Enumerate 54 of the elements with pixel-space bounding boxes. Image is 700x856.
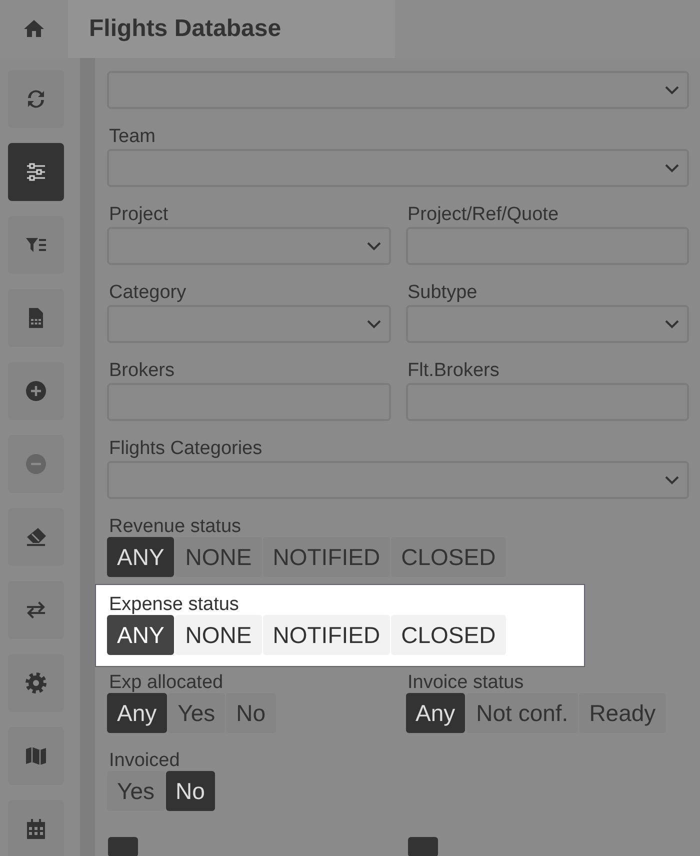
group-label: Expense status <box>108 593 240 617</box>
sidebar-button[interactable] <box>8 70 64 128</box>
sidebar-button[interactable] <box>8 289 64 347</box>
select-field[interactable] <box>107 461 689 499</box>
calendar-icon <box>24 817 48 841</box>
sidebar-button[interactable] <box>8 654 64 712</box>
checkbox[interactable] <box>408 837 438 856</box>
segment-button[interactable]: No <box>166 771 215 811</box>
select-field[interactable] <box>406 305 689 343</box>
chevron-down-icon <box>665 320 679 328</box>
map-icon <box>24 744 48 768</box>
sidebar-button[interactable] <box>8 800 64 856</box>
sidebar-button[interactable] <box>8 508 64 566</box>
group-label: Invoiced <box>108 749 181 773</box>
segment-button[interactable]: NONE <box>175 615 262 655</box>
sidebar-button[interactable] <box>8 727 64 785</box>
select-field[interactable] <box>107 149 689 187</box>
field-label: Project/Ref/Quote <box>406 203 560 227</box>
field-label: Subtype <box>406 281 478 305</box>
sliders-icon <box>24 160 48 184</box>
select-field[interactable] <box>107 71 689 109</box>
segment-button[interactable]: Any <box>107 693 167 733</box>
field-label: Flt.Brokers <box>406 359 500 383</box>
segment-button[interactable]: Any <box>406 693 466 733</box>
chevron-down-icon <box>665 86 679 94</box>
checkbox[interactable] <box>108 837 138 856</box>
select-field[interactable] <box>107 227 390 265</box>
sidebar-button[interactable] <box>8 581 64 639</box>
page-title: Flights Database <box>68 0 395 58</box>
group-label: Invoice status <box>406 671 525 695</box>
plus-circle-icon <box>24 379 48 403</box>
segment-button[interactable]: CLOSED <box>391 615 506 655</box>
minus-circle-icon <box>24 452 48 476</box>
chevron-down-icon <box>665 476 679 484</box>
eraser-icon <box>24 525 48 549</box>
sidebar-button[interactable] <box>8 216 64 274</box>
segment-button[interactable]: ANY <box>107 537 174 577</box>
field-label: Flights Categories <box>108 437 264 461</box>
field-label: Team <box>108 125 156 149</box>
sidebar-button[interactable] <box>8 143 64 201</box>
field-label: Brokers <box>108 359 176 383</box>
chevron-down-icon <box>366 320 380 328</box>
chevron-down-icon <box>366 242 380 250</box>
sidebar-button[interactable] <box>8 362 64 420</box>
field-label: Category <box>108 281 188 305</box>
select-field[interactable] <box>107 305 390 343</box>
segment-button[interactable]: ANY <box>107 615 174 655</box>
group-label: Revenue status <box>108 515 242 539</box>
settings-icon <box>24 671 48 695</box>
chevron-down-icon <box>665 164 679 172</box>
segment-button[interactable]: NOTIFIED <box>262 615 390 655</box>
scrollbar-track[interactable] <box>80 58 95 856</box>
group-label: Exp allocated <box>108 671 224 695</box>
field-label: Project <box>108 203 170 227</box>
